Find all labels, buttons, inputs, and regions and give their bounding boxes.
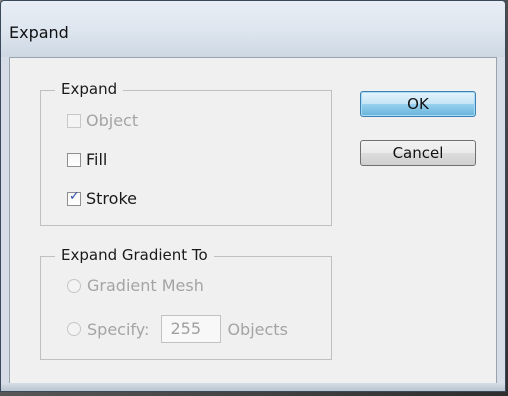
specify-radio-row: Specify: 255 Objects (67, 315, 288, 343)
objects-label: Objects (227, 319, 288, 339)
expand-group: Expand Object Fill Stroke (40, 80, 332, 226)
gradient-mesh-radio (67, 278, 81, 293)
title-bar[interactable]: Expand (1, 1, 505, 57)
background: Expand Expand Object Fill Stroke (0, 0, 508, 396)
specify-radio (67, 322, 81, 336)
ok-button[interactable]: OK (360, 91, 476, 117)
object-checkbox (67, 113, 81, 128)
expand-group-legend: Expand (55, 80, 124, 98)
specify-label: Specify: (87, 319, 150, 339)
window-frame-bottom (1, 383, 505, 391)
fill-checkbox[interactable] (67, 152, 81, 167)
object-checkbox-row: Object (67, 111, 138, 130)
stroke-checkbox[interactable] (67, 189, 81, 206)
cancel-button[interactable]: Cancel (360, 140, 476, 166)
gradient-mesh-radio-row: Gradient Mesh (67, 276, 204, 295)
dialog-body: Expand Object Fill Stroke Expand Gradien… (9, 57, 497, 385)
gradient-group-legend: Expand Gradient To (55, 246, 214, 264)
gradient-group: Expand Gradient To Gradient Mesh Specify… (40, 246, 332, 360)
stroke-checkbox-label[interactable]: Stroke (86, 189, 137, 208)
dialog-title: Expand (9, 23, 69, 42)
fill-checkbox-row[interactable]: Fill (67, 150, 107, 169)
stroke-checkbox-row[interactable]: Stroke (67, 189, 137, 208)
object-checkbox-label: Object (86, 111, 139, 130)
fill-checkbox-label[interactable]: Fill (86, 150, 107, 169)
specify-count-field: 255 (161, 315, 222, 343)
gradient-mesh-label: Gradient Mesh (87, 276, 204, 295)
expand-dialog: Expand Expand Object Fill Stroke (0, 0, 506, 392)
